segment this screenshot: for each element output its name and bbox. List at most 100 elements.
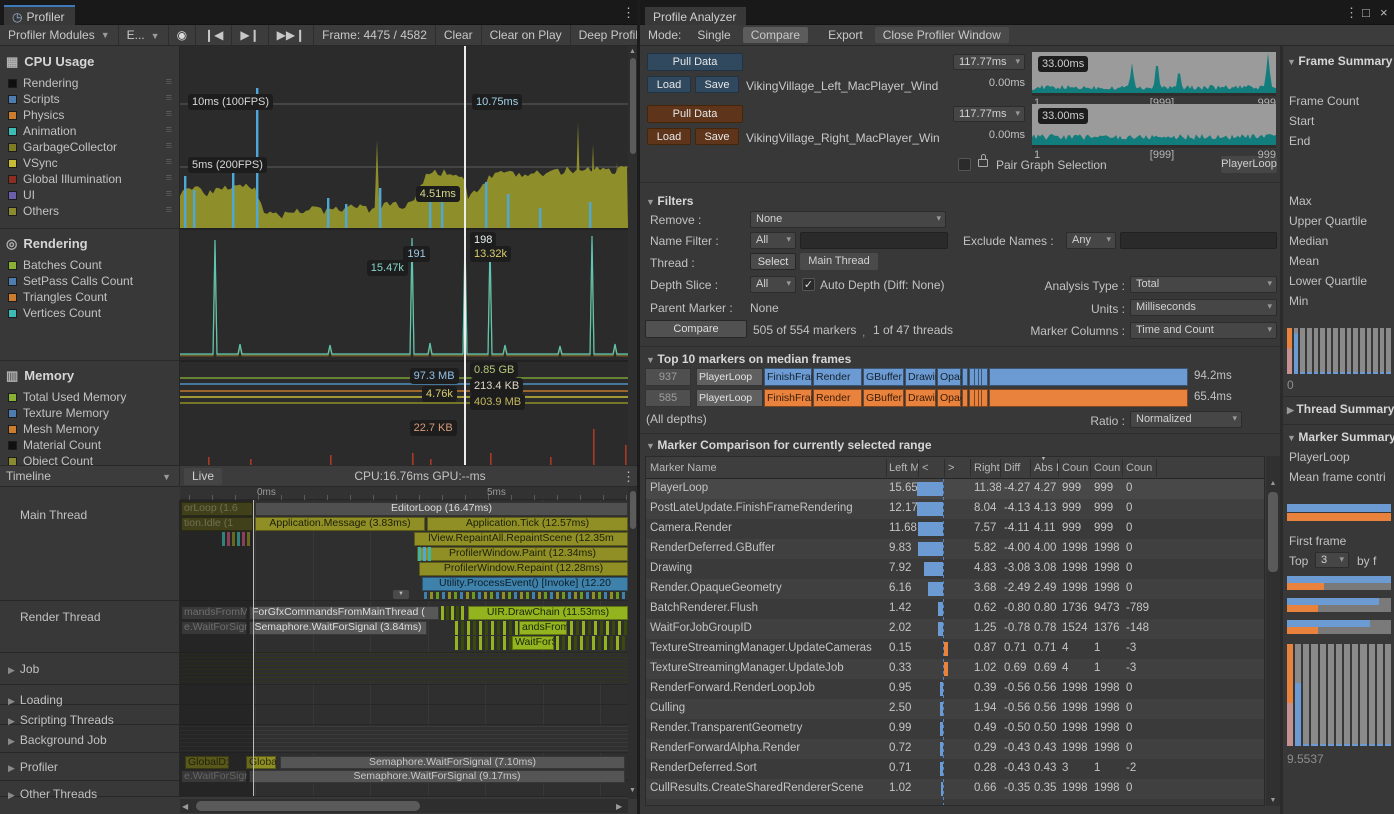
marker-columns-dropdown[interactable]: Time and Count bbox=[1130, 322, 1277, 339]
thread-row-scripting-threads[interactable]: ▶Scripting Threads bbox=[8, 711, 114, 726]
scroll-up-icon[interactable]: ▲ bbox=[1266, 480, 1280, 487]
close-icon[interactable]: × bbox=[1380, 5, 1388, 20]
cpu-usage-chart[interactable] bbox=[180, 46, 628, 228]
top10-marker-segment[interactable]: Render bbox=[813, 389, 862, 407]
top10-marker-segment[interactable] bbox=[989, 389, 1188, 407]
column-header[interactable]: Coun bbox=[1062, 462, 1090, 474]
column-header[interactable]: Coun bbox=[1126, 462, 1158, 474]
top10-marker-segment[interactable]: Render bbox=[813, 368, 862, 386]
chart-series-item[interactable]: Triangles Count bbox=[8, 290, 176, 305]
timeline-span[interactable]: Application.Tick (12.57ms) bbox=[427, 517, 628, 531]
clear-on-play-button[interactable]: Clear on Play bbox=[482, 25, 571, 45]
frame-histogram[interactable] bbox=[1287, 328, 1391, 374]
timeline-ruler[interactable] bbox=[180, 487, 628, 500]
table-row[interactable]: Culling2.501.94-0.560.56199819980 bbox=[646, 699, 1265, 719]
clear-button[interactable]: Clear bbox=[436, 25, 482, 45]
top10-marker-segment[interactable]: FinishFram bbox=[764, 389, 812, 407]
mode-compare-button[interactable]: Compare bbox=[743, 27, 808, 43]
column-header[interactable]: < bbox=[922, 462, 942, 474]
timeline-span[interactable]: GlobalD bbox=[246, 756, 276, 769]
chart-series-item[interactable]: SetPass Calls Count bbox=[8, 274, 176, 289]
timeline-span[interactable]: EditorLoop (16.47ms) bbox=[255, 502, 628, 516]
column-header[interactable]: Diff bbox=[1004, 462, 1030, 474]
comparison-foldout[interactable]: ▼ Marker Comparison for currently select… bbox=[646, 438, 932, 453]
save-button[interactable]: Save bbox=[695, 76, 739, 93]
column-header[interactable]: Coun bbox=[1094, 462, 1122, 474]
charts-scrollbar[interactable]: ▲ bbox=[628, 46, 637, 465]
scroll-left-icon[interactable]: ◀ bbox=[182, 802, 188, 811]
thread-select-button[interactable]: Select bbox=[750, 253, 796, 270]
timeline-span[interactable]: e.WaitForSigna bbox=[181, 621, 247, 635]
profiler-window-menu-icon[interactable]: ⋮ bbox=[622, 5, 635, 21]
drag-handle-icon[interactable]: ≡ bbox=[166, 204, 172, 216]
frame-summary-foldout[interactable]: ▼ Frame Summary bbox=[1287, 54, 1392, 69]
marker-histogram[interactable] bbox=[1287, 644, 1391, 746]
drag-handle-icon[interactable]: ≡ bbox=[166, 172, 172, 184]
timeline-span[interactable]: Semaphore.WaitForSignal (9.17ms) bbox=[249, 770, 625, 783]
scroll-down-icon[interactable]: ▼ bbox=[1266, 797, 1280, 804]
remove-dropdown[interactable]: None bbox=[750, 211, 946, 228]
timeline-span[interactable]: Semaphore.WaitForSignal (7.10ms) bbox=[280, 756, 625, 769]
scrollbar-thumb[interactable] bbox=[196, 801, 420, 811]
exclude-mode-dropdown[interactable]: Any bbox=[1066, 232, 1116, 249]
table-row[interactable]: PostLateUpdate.FinishFrameRendering12.17… bbox=[646, 499, 1265, 519]
module-header-cpu-usage[interactable]: ▦CPU Usage bbox=[6, 54, 94, 70]
timeline-span[interactable]: ProfilerWindow.Paint (12.34ms) bbox=[417, 547, 628, 561]
column-header[interactable]: Marker Name bbox=[650, 462, 884, 474]
chart-series-item[interactable]: Material Count bbox=[8, 438, 176, 453]
timeline-span[interactable]: orLoop (1.6 bbox=[181, 502, 253, 516]
export-button[interactable]: Export bbox=[820, 25, 871, 45]
chart-series-item[interactable]: Texture Memory bbox=[8, 406, 176, 421]
thread-row-profiler[interactable]: ▶Profiler bbox=[8, 758, 58, 773]
table-row[interactable]: RenderForwardAlpha.Render0.720.29-0.430.… bbox=[646, 739, 1265, 759]
drag-handle-icon[interactable]: ≡ bbox=[166, 124, 172, 136]
lock-icon[interactable] bbox=[978, 159, 988, 167]
timeline-span[interactable]: GlobalD: bbox=[185, 756, 229, 769]
table-row[interactable]: TextureStreamingManager.UpdateJob0.331.0… bbox=[646, 659, 1265, 679]
foldout-arrow-icon[interactable]: ▶ bbox=[8, 736, 15, 746]
record-button[interactable]: ◉ bbox=[169, 25, 196, 45]
column-header[interactable]: Left M bbox=[889, 462, 918, 474]
drag-handle-icon[interactable]: ≡ bbox=[166, 92, 172, 104]
table-row[interactable]: CullResults.CreateSharedRendererScene1.0… bbox=[646, 779, 1265, 799]
scrollbar-thumb[interactable] bbox=[630, 491, 636, 529]
top10-marker-segment[interactable]: Drawir bbox=[905, 368, 936, 386]
filters-foldout[interactable]: ▼ Filters bbox=[646, 194, 693, 209]
prev-frame-button[interactable]: ❙◀ bbox=[196, 25, 232, 45]
save-button[interactable]: Save bbox=[695, 128, 739, 145]
timeline-span[interactable]: Application.Message (3.83ms) bbox=[255, 517, 425, 531]
profiler-modules-dropdown[interactable]: Profiler Modules▼ bbox=[0, 25, 119, 45]
analyzer-window-menu-icon[interactable]: ⋮ bbox=[1345, 5, 1358, 21]
foldout-arrow-icon[interactable]: ▶ bbox=[8, 665, 15, 675]
table-row[interactable]: RenderForward.RenderLoopJob0.950.39-0.56… bbox=[646, 679, 1265, 699]
range-max-dropdown[interactable]: 117.77ms bbox=[953, 54, 1025, 70]
scrollbar-thumb[interactable] bbox=[1268, 492, 1278, 572]
thread-row-other-threads[interactable]: ▶Other Threads bbox=[8, 785, 97, 800]
top10-marker-segment[interactable] bbox=[962, 368, 968, 386]
maximize-icon[interactable]: □ bbox=[1362, 5, 1370, 20]
mode-single-button[interactable]: Single bbox=[689, 25, 738, 45]
timeline-span[interactable]: UIR.DrawChain (11.53ms) bbox=[468, 606, 628, 620]
scroll-down-icon[interactable]: ▼ bbox=[628, 787, 637, 794]
drag-handle-icon[interactable]: ≡ bbox=[166, 140, 172, 152]
timeline-span[interactable]: lView.RepaintAll.RepaintScene (12.35m bbox=[414, 532, 628, 546]
foldout-arrow-icon[interactable]: ▶ bbox=[8, 790, 15, 800]
timeline-v-scrollbar[interactable] bbox=[628, 487, 637, 799]
analysis-type-dropdown[interactable]: Total bbox=[1130, 276, 1277, 293]
timeline-span[interactable]: e.WaitForSigna bbox=[181, 770, 247, 783]
top10-marker-segment[interactable] bbox=[962, 389, 968, 407]
timeline-span[interactable]: ProfilerWindow.Repaint (12.28ms) bbox=[419, 562, 628, 576]
thread-summary-foldout[interactable]: ▶ Thread Summary bbox=[1287, 402, 1394, 417]
auto-depth-checkbox[interactable]: ✓ bbox=[802, 278, 815, 291]
foldout-arrow-icon[interactable]: ▶ bbox=[8, 763, 15, 773]
drag-handle-icon[interactable]: ≡ bbox=[166, 156, 172, 168]
timeline-span[interactable]: ForGfxCommandsFromMainThread ( bbox=[249, 606, 439, 620]
top10-marker-segment[interactable]: Opac bbox=[937, 389, 961, 407]
chart-series-item[interactable]: Scripts≡ bbox=[8, 92, 176, 107]
chart-series-item[interactable]: Vertices Count bbox=[8, 306, 176, 321]
top10-marker-segment[interactable]: PlayerLoop bbox=[696, 389, 763, 407]
thread-row-background-job[interactable]: ▶Background Job bbox=[8, 731, 107, 746]
chart-series-item[interactable]: Rendering≡ bbox=[8, 76, 176, 91]
load-button[interactable]: Load bbox=[647, 128, 691, 145]
top10-marker-segment[interactable]: PlayerLoop bbox=[696, 368, 763, 386]
